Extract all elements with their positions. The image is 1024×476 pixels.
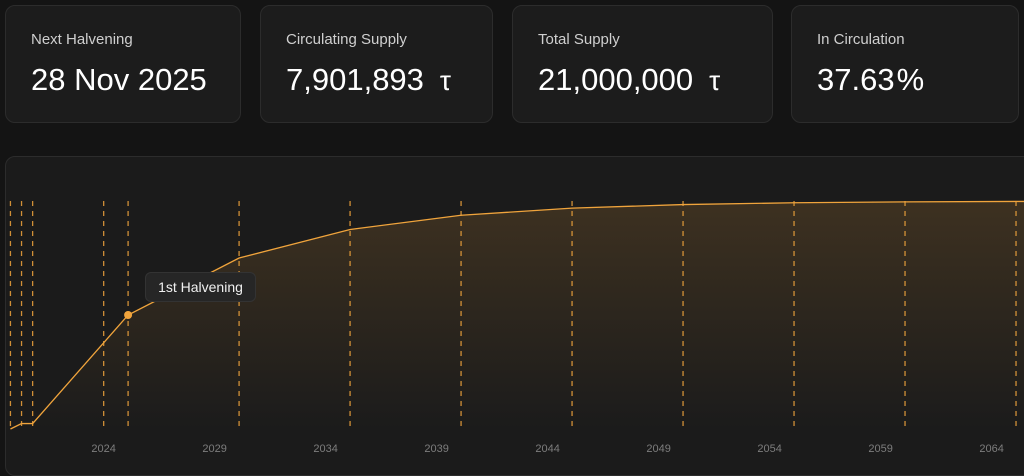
percent-unit: %	[896, 62, 925, 97]
halvening-point	[124, 311, 133, 319]
tao-unit-icon: τ	[709, 65, 721, 96]
supply-chart[interactable]: 2024 2029 2034 2039 2044 2049 2054 2059 2064	[6, 157, 1024, 476]
next-halvening-label: Next Halvening	[31, 31, 133, 48]
x-tick-label: 2039	[424, 443, 448, 455]
in-circulation-label: In Circulation	[817, 31, 905, 48]
total-supply-label: Total Supply	[538, 31, 620, 48]
supply-chart-panel: 2024 2029 2034 2039 2044 2049 2054 2059 2064 1st…	[5, 156, 1024, 476]
x-tick-label: 2024	[91, 443, 115, 455]
circulating-supply-card: Circulating Supply 7,901,893 τ	[260, 5, 493, 123]
x-tick-label: 2029	[202, 443, 226, 455]
x-tick-label: 2034	[313, 443, 337, 455]
x-tick-label: 2059	[868, 443, 892, 455]
x-tick-label: 2064	[979, 443, 1003, 455]
halvening-tooltip: 1st Halvening	[145, 272, 256, 302]
circulating-supply-value-row: 7,901,893 τ	[286, 62, 451, 98]
total-supply-value-row: 21,000,000 τ	[538, 62, 720, 98]
next-halvening-card: Next Halvening 28 Nov 2025	[5, 5, 241, 123]
circulating-supply-label: Circulating Supply	[286, 31, 407, 48]
in-circulation-value: 37.63	[817, 62, 895, 97]
in-circulation-card: In Circulation 37.63%	[791, 5, 1019, 123]
next-halvening-value: 28 Nov 2025	[31, 62, 207, 97]
total-supply-value: 21,000,000	[538, 62, 694, 97]
x-tick-label: 2054	[757, 443, 781, 455]
circulating-supply-value: 7,901,893	[286, 62, 424, 97]
supply-area	[10, 201, 1024, 429]
total-supply-card: Total Supply 21,000,000 τ	[512, 5, 773, 123]
in-circulation-value-row: 37.63%	[817, 62, 924, 98]
x-tick-label: 2044	[535, 443, 559, 455]
tao-unit-icon: τ	[439, 65, 451, 96]
x-tick-label: 2049	[646, 443, 670, 455]
